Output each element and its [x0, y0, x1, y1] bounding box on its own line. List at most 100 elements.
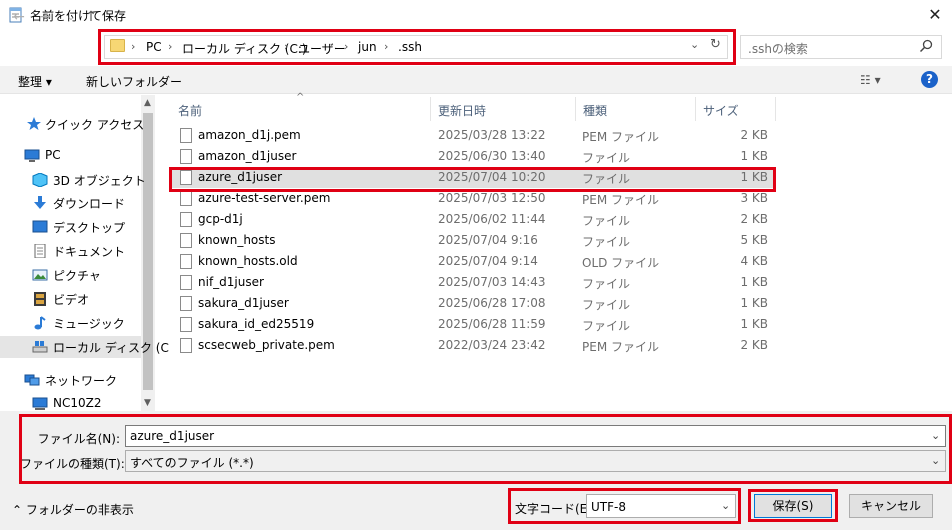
file-name[interactable]: nif_d1juser	[198, 275, 264, 289]
sidebar-item-label: ダウンロード	[53, 197, 126, 211]
column-divider[interactable]	[430, 97, 431, 121]
encoding-highlight	[508, 488, 741, 524]
file-type: ファイル	[582, 235, 631, 249]
file-date: 2025/07/03 14:43	[438, 275, 546, 289]
file-size: 1 KB	[740, 275, 768, 289]
file-type: ファイル	[582, 277, 631, 291]
view-options-button[interactable]: ☷ ▾	[860, 73, 881, 87]
star-icon	[27, 117, 41, 130]
sidebar-item-label: ピクチャ	[53, 269, 101, 283]
file-size: 1 KB	[740, 317, 768, 331]
file-type: ファイル	[582, 319, 631, 333]
sidebar-item-label: NC10Z2	[53, 396, 102, 410]
file-name[interactable]: scsecweb_private.pem	[198, 338, 335, 352]
file-name[interactable]: sakura_d1juser	[198, 296, 289, 310]
file-name[interactable]: sakura_id_ed25519	[198, 317, 314, 331]
sidebar-item-3d-objects[interactable]: 3D オブジェクト	[0, 169, 146, 191]
file-icon	[180, 317, 192, 332]
cancel-button[interactable]: キャンセル	[849, 494, 933, 518]
file-name[interactable]: known_hosts	[198, 233, 275, 247]
file-icon	[180, 338, 192, 353]
address-highlight	[98, 29, 736, 65]
scroll-up-icon[interactable]: ▲	[144, 98, 151, 108]
file-date: 2025/07/04 9:16	[438, 233, 538, 247]
file-name[interactable]: azure-test-server.pem	[198, 191, 330, 205]
sidebar-item-label: 3D オブジェクト	[53, 174, 146, 188]
new-folder-button[interactable]: 新しいフォルダー	[86, 73, 182, 90]
sidebar-item-downloads[interactable]: ダウンロード	[0, 192, 141, 214]
file-name[interactable]: gcp-d1j	[198, 212, 243, 226]
video-icon	[34, 292, 46, 306]
file-icon	[180, 296, 192, 311]
title-bar	[0, 0, 952, 30]
file-size: 3 KB	[740, 191, 768, 205]
sidebar-item-music[interactable]: ミュージック	[0, 312, 141, 334]
file-size: 1 KB	[740, 149, 768, 163]
sidebar-item-label: ミュージック	[53, 317, 125, 331]
search-icon[interactable]	[919, 39, 933, 53]
sidebar-item-label: クイック アクセス	[45, 118, 145, 132]
scroll-down-icon[interactable]: ▼	[144, 398, 151, 408]
file-name[interactable]: amazon_d1juser	[198, 149, 296, 163]
back-button[interactable]: ←	[10, 8, 28, 26]
forward-button[interactable]: →	[36, 8, 54, 26]
column-divider[interactable]	[575, 97, 576, 121]
search-placeholder: .sshの検索	[748, 42, 808, 56]
file-date: 2025/07/04 9:14	[438, 254, 538, 268]
recent-locations-button[interactable]: ⌄	[62, 8, 80, 26]
sidebar-item-label: ローカル ディスク (C	[53, 341, 169, 355]
sidebar-item-documents[interactable]: ドキュメント	[0, 240, 141, 262]
sidebar-item-pc[interactable]: PC	[0, 145, 141, 167]
sidebar-item-local-disk[interactable]: ローカル ディスク (C	[0, 336, 169, 358]
selected-file-highlight	[169, 167, 776, 192]
file-icon	[180, 149, 192, 164]
download-icon	[34, 196, 46, 209]
network-icon	[24, 374, 40, 386]
file-size: 2 KB	[740, 128, 768, 142]
organize-button[interactable]: 整理 ▾	[18, 73, 52, 90]
file-date: 2025/06/02 11:44	[438, 212, 546, 226]
desktop-icon	[32, 220, 48, 233]
file-date: 2022/03/24 23:42	[438, 338, 546, 352]
up-button[interactable]: ↑	[82, 8, 100, 26]
help-button[interactable]: ?	[921, 71, 938, 88]
sidebar-item-desktop[interactable]: デスクトップ	[0, 216, 141, 238]
file-icon	[180, 233, 192, 248]
sidebar-item-network[interactable]: ネットワーク	[0, 369, 141, 391]
file-icon	[180, 275, 192, 290]
file-icon	[180, 254, 192, 269]
save-highlight	[748, 489, 838, 522]
file-name[interactable]: amazon_d1j.pem	[198, 128, 301, 142]
hide-folders-toggle[interactable]: ⌃ フォルダーの非表示	[12, 501, 134, 518]
file-date: 2025/03/28 13:22	[438, 128, 546, 142]
sidebar-item-pictures[interactable]: ピクチャ	[0, 264, 141, 286]
sidebar-item-label: ドキュメント	[53, 245, 126, 259]
sidebar-item-label: ビデオ	[53, 293, 90, 307]
file-type: ファイル	[582, 214, 631, 228]
file-type: ファイル	[582, 298, 631, 312]
picture-icon	[32, 269, 48, 281]
sort-indicator-icon: ^	[296, 92, 305, 103]
file-icon	[180, 191, 192, 206]
file-date: 2025/06/28 17:08	[438, 296, 546, 310]
sidebar-item-videos[interactable]: ビデオ	[0, 288, 141, 310]
file-date: 2025/07/03 12:50	[438, 191, 546, 205]
file-name[interactable]: known_hosts.old	[198, 254, 298, 268]
computer-icon	[24, 149, 40, 162]
sidebar-item-label: デスクトップ	[53, 221, 126, 235]
file-icon	[180, 128, 192, 143]
filename-type-highlight	[19, 414, 952, 484]
column-divider[interactable]	[695, 97, 696, 121]
sidebar-item-quick-access[interactable]: クイック アクセス	[0, 113, 145, 135]
file-size: 4 KB	[740, 254, 768, 268]
sidebar-item-label: ネットワーク	[45, 374, 118, 388]
cube-icon	[32, 173, 48, 187]
file-type: ファイル	[582, 151, 631, 165]
file-size: 2 KB	[740, 338, 768, 352]
file-icon	[180, 212, 192, 227]
close-button[interactable]: ✕	[924, 4, 946, 26]
file-type: OLD ファイル	[582, 256, 660, 270]
file-type: PEM ファイル	[582, 340, 659, 354]
column-divider[interactable]	[775, 97, 776, 121]
file-date: 2025/06/28 11:59	[438, 317, 546, 331]
